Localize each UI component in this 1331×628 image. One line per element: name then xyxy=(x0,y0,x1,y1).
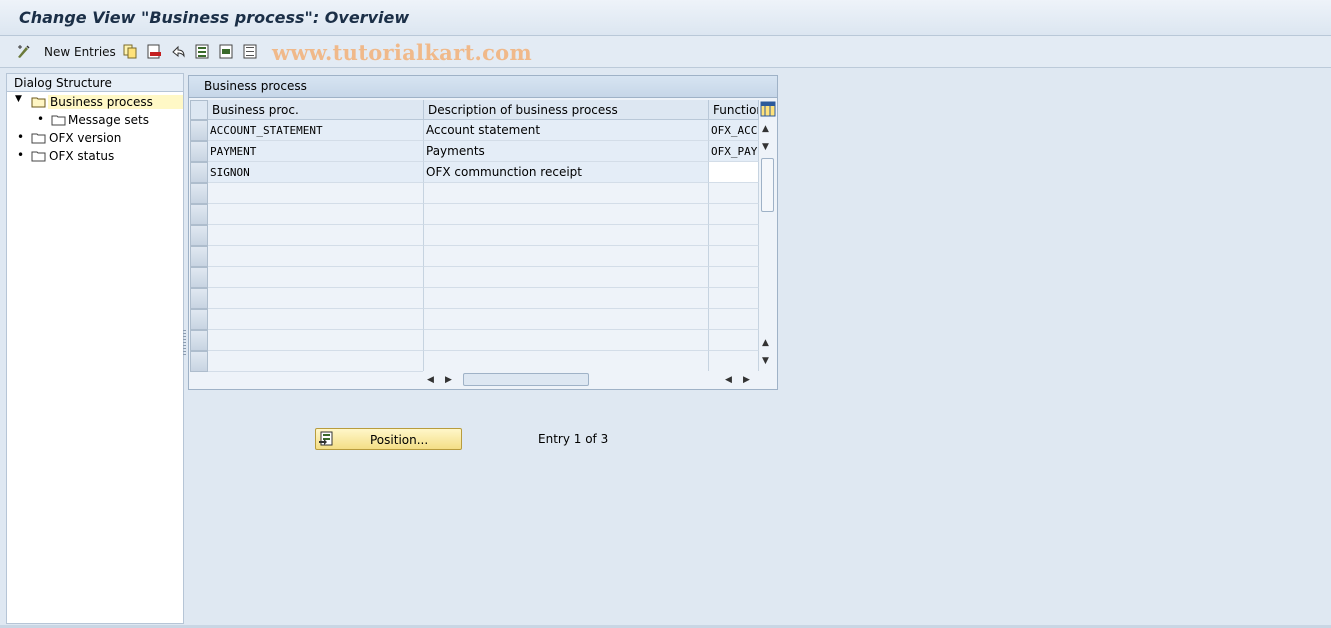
empty-table-cell[interactable] xyxy=(709,288,759,309)
empty-table-cell[interactable] xyxy=(424,225,709,246)
empty-table-cell[interactable] xyxy=(709,330,759,351)
empty-table-cell[interactable] xyxy=(709,225,759,246)
vertical-scrollbar[interactable]: ▲ ▼ ▲ ▼ xyxy=(759,120,776,370)
table-cell[interactable]: SIGNON xyxy=(208,162,424,183)
empty-table-cell[interactable] xyxy=(208,288,424,309)
empty-table-cell[interactable] xyxy=(208,267,424,288)
copy-icon[interactable] xyxy=(123,44,138,59)
empty-table-cell[interactable] xyxy=(208,330,424,351)
position-button[interactable]: Position... xyxy=(315,428,462,450)
tree-item-label: Message sets xyxy=(68,113,149,127)
empty-table-cell[interactable] xyxy=(709,267,759,288)
title-bar: Change View "Business process": Overview xyxy=(0,0,1331,36)
empty-table-cell[interactable] xyxy=(709,351,759,372)
empty-table-cell[interactable] xyxy=(208,204,424,225)
table-cell[interactable]: OFX_PAY xyxy=(709,141,759,162)
empty-table-cell[interactable] xyxy=(424,204,709,225)
empty-table-cell[interactable] xyxy=(208,351,424,372)
column-scroll-left-icon[interactable]: ◀ xyxy=(725,375,732,385)
empty-table-cell[interactable] xyxy=(709,204,759,225)
folder-icon xyxy=(51,115,66,126)
panel-splitter[interactable] xyxy=(183,330,186,356)
row-selector[interactable] xyxy=(190,225,208,246)
new-entries-button[interactable]: New Entries xyxy=(44,45,116,59)
empty-table-cell[interactable] xyxy=(424,246,709,267)
vertical-scroll-thumb[interactable] xyxy=(761,158,774,212)
tree-item-label: OFX version xyxy=(49,131,122,145)
position-icon xyxy=(319,431,333,446)
empty-table-cell[interactable] xyxy=(208,225,424,246)
watermark-text: www.tutorialkart.com xyxy=(272,40,532,65)
entry-counter: Entry 1 of 3 xyxy=(538,432,609,446)
row-selector[interactable] xyxy=(190,183,208,204)
row-selector[interactable] xyxy=(190,330,208,351)
empty-table-cell[interactable] xyxy=(424,330,709,351)
table-title: Business process xyxy=(189,76,777,98)
scroll-left-icon[interactable]: ◀ xyxy=(427,375,434,385)
position-button-label: Position... xyxy=(370,433,429,447)
table-cell[interactable]: OFX communction receipt xyxy=(424,162,709,183)
empty-table-cell[interactable] xyxy=(208,246,424,267)
empty-table-cell[interactable] xyxy=(709,246,759,267)
scroll-right-icon[interactable]: ▶ xyxy=(445,375,452,385)
row-selector[interactable] xyxy=(190,309,208,330)
deselect-all-icon[interactable] xyxy=(243,44,258,59)
row-selector[interactable] xyxy=(190,351,208,372)
column-header-description[interactable]: Description of business process xyxy=(424,100,709,120)
empty-table-cell[interactable] xyxy=(709,183,759,204)
undo-icon[interactable] xyxy=(171,44,186,59)
application-toolbar: New Entries www.tutorialkart.com xyxy=(0,36,1331,68)
page-down-icon[interactable]: ▲ xyxy=(762,338,769,348)
row-selector[interactable] xyxy=(190,267,208,288)
bullet-icon: • xyxy=(17,130,25,144)
row-selector[interactable] xyxy=(190,141,208,162)
empty-table-cell[interactable] xyxy=(424,309,709,330)
row-selector[interactable] xyxy=(190,162,208,183)
tree-item-label: Business process xyxy=(48,95,183,109)
delete-icon[interactable] xyxy=(147,44,162,59)
scroll-up-icon[interactable]: ▲ xyxy=(762,124,769,134)
bullet-icon: • xyxy=(37,112,45,126)
empty-table-cell[interactable] xyxy=(424,267,709,288)
table-cell[interactable] xyxy=(709,162,759,183)
empty-table-cell[interactable] xyxy=(208,309,424,330)
row-selector[interactable] xyxy=(190,246,208,267)
empty-table-cell[interactable] xyxy=(424,351,709,372)
table-cell[interactable]: Account statement xyxy=(424,120,709,141)
page-up-icon[interactable]: ▼ xyxy=(762,142,769,152)
bullet-icon: • xyxy=(17,148,25,162)
tree-item-label: OFX status xyxy=(49,149,115,163)
folder-icon xyxy=(31,151,46,162)
window-title: Change View "Business process": Overview xyxy=(19,8,410,27)
row-selector[interactable] xyxy=(190,288,208,309)
table-cell[interactable]: PAYMENT xyxy=(208,141,424,162)
column-settings-icon[interactable] xyxy=(760,101,776,117)
column-scroll-right-icon[interactable]: ▶ xyxy=(743,375,750,385)
folder-icon xyxy=(31,133,46,144)
scroll-down-icon[interactable]: ▼ xyxy=(762,356,769,366)
column-header-business-proc[interactable]: Business proc. xyxy=(208,100,424,120)
column-header-function[interactable]: Function xyxy=(709,100,759,120)
select-all-rows-corner[interactable] xyxy=(190,100,208,120)
horizontal-scrollbar[interactable]: ◀ ▶ ◀ ▶ xyxy=(423,371,759,388)
display-change-icon[interactable] xyxy=(16,44,31,59)
row-selector[interactable] xyxy=(190,204,208,225)
table-cell[interactable]: OFX_ACC xyxy=(709,120,759,141)
select-all-icon[interactable] xyxy=(195,44,210,59)
empty-table-cell[interactable] xyxy=(709,309,759,330)
dialog-structure-panel: Dialog Structure ▼ Business process • Me… xyxy=(6,73,184,624)
dialog-structure-header: Dialog Structure xyxy=(7,74,183,92)
business-process-table: Business process Business proc. Descript… xyxy=(188,75,778,390)
empty-table-cell[interactable] xyxy=(424,288,709,309)
table-cell[interactable]: Payments xyxy=(424,141,709,162)
expand-triangle-icon[interactable]: ▼ xyxy=(15,94,22,104)
empty-table-cell[interactable] xyxy=(424,183,709,204)
empty-table-cell[interactable] xyxy=(208,183,424,204)
row-selector[interactable] xyxy=(190,120,208,141)
horizontal-scroll-thumb[interactable] xyxy=(463,373,589,386)
select-block-icon[interactable] xyxy=(219,44,234,59)
folder-open-icon xyxy=(31,97,46,108)
table-cell[interactable]: ACCOUNT_STATEMENT xyxy=(208,120,424,141)
